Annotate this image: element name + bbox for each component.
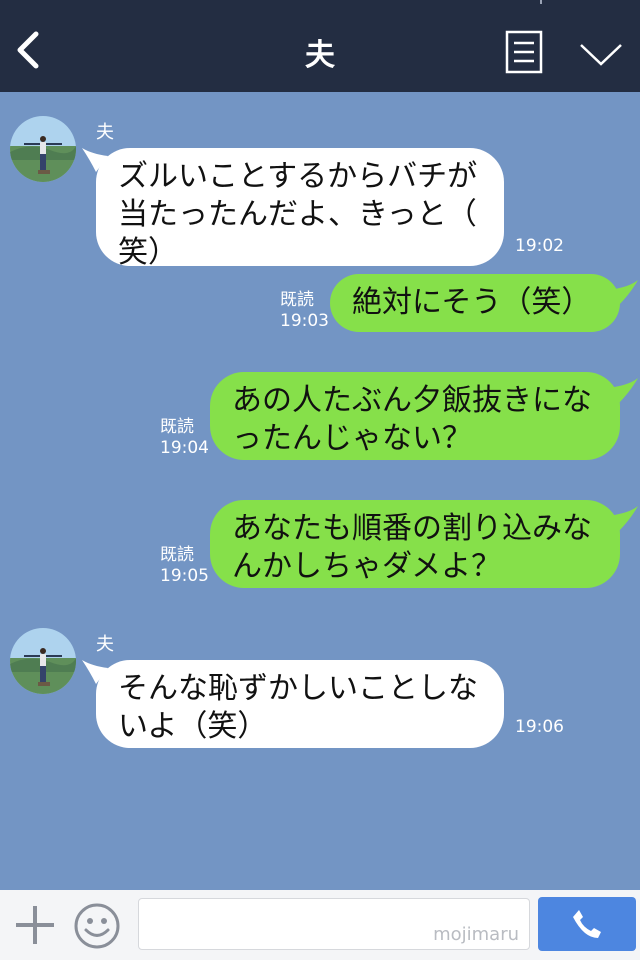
message-line: ズルいことするからバチが bbox=[118, 159, 478, 194]
sender-name: 夫 bbox=[96, 634, 114, 655]
message-bubble-outgoing[interactable]: あの人たぶん夕飯抜きにな ったんじゃない？ bbox=[210, 372, 620, 460]
chat-area[interactable]: 夫 ズルいことするからバチが 当たったんだよ、きっと（ 笑） 19:02 既読 … bbox=[0, 92, 640, 890]
avatar[interactable] bbox=[10, 116, 76, 182]
avatar-photo-icon bbox=[10, 628, 76, 694]
message-bubble-outgoing[interactable]: あなたも順番の割り込みな んかしちゃダメよ？ bbox=[210, 500, 620, 588]
sender-name: 夫 bbox=[96, 122, 114, 143]
bubble-tail bbox=[606, 280, 638, 306]
bubble-tail bbox=[606, 378, 638, 404]
message-line: ったんじゃない？ bbox=[232, 421, 472, 456]
message-meta: 既読 19:04 bbox=[160, 417, 209, 459]
message-time: 19:02 bbox=[515, 236, 564, 256]
message-time: 19:06 bbox=[515, 717, 564, 737]
avatar[interactable] bbox=[10, 628, 76, 694]
note-icon[interactable] bbox=[505, 30, 543, 74]
message-line: 笑） bbox=[118, 235, 178, 270]
message-time: 19:05 bbox=[160, 566, 209, 586]
message-line: 当たったんだよ、きっと（ bbox=[118, 197, 477, 232]
message-line: あなたも順番の割り込みな bbox=[232, 511, 592, 546]
message-time: 19:03 bbox=[280, 311, 329, 331]
emoji-icon[interactable] bbox=[73, 902, 121, 950]
call-button[interactable] bbox=[538, 897, 636, 951]
message-bubble-outgoing[interactable]: 絶対にそう（笑） bbox=[330, 274, 620, 332]
message-meta: 既読 19:03 bbox=[280, 290, 329, 332]
message-meta: 既読 19:05 bbox=[160, 545, 209, 587]
message-input[interactable]: mojimaru bbox=[138, 898, 530, 950]
chevron-down-icon[interactable] bbox=[578, 40, 624, 68]
read-status: 既読 bbox=[160, 417, 194, 437]
message-bubble-incoming[interactable]: そんな恥ずかしいことしな いよ（笑） bbox=[96, 660, 504, 748]
chat-title: 夫 bbox=[305, 38, 335, 73]
bubble-tail bbox=[606, 506, 638, 532]
message-bubble-incoming[interactable]: ズルいことするからバチが 当たったんだよ、きっと（ 笑） bbox=[96, 148, 504, 270]
avatar-photo-icon bbox=[10, 116, 76, 182]
message-line: んかしちゃダメよ？ bbox=[232, 549, 502, 584]
message-line: いよ（笑） bbox=[118, 709, 268, 744]
chat-header: 夫 bbox=[0, 0, 640, 92]
message-line: 絶対にそう（笑） bbox=[352, 285, 592, 320]
read-status: 既読 bbox=[280, 290, 314, 310]
plus-icon[interactable] bbox=[14, 904, 56, 946]
watermark: mojimaru bbox=[433, 924, 519, 945]
message-time: 19:04 bbox=[160, 438, 209, 458]
message-line: あの人たぶん夕飯抜きにな bbox=[232, 383, 592, 418]
phone-icon bbox=[573, 910, 601, 938]
read-status: 既読 bbox=[160, 545, 194, 565]
status-indicator bbox=[540, 0, 542, 4]
message-line: そんな恥ずかしいことしな bbox=[118, 671, 478, 706]
